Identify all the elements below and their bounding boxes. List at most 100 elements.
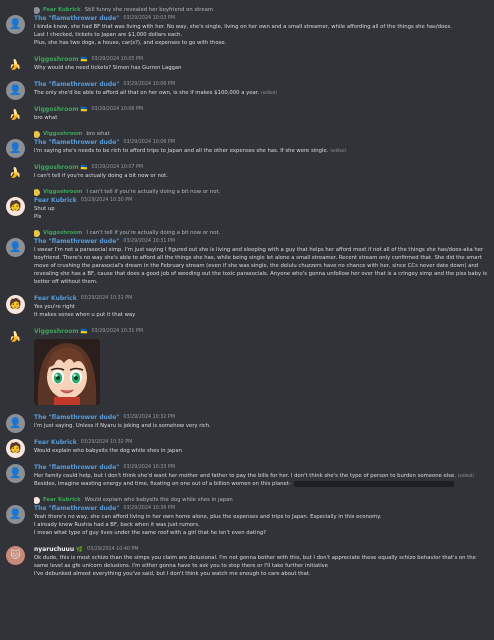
- message[interactable]: 🍌 Viggoshroom 🇺🇦 03/29/2024 10:05 PM Why…: [0, 54, 494, 74]
- message-text: Yeah there's no way, she can afford livi…: [34, 514, 382, 520]
- message[interactable]: 🍌 Viggoshroom 🇺🇦 03/29/2024 10:06 PM bro…: [0, 104, 494, 124]
- timestamp: 03/29/2024 10:30 PM: [80, 198, 133, 203]
- message-text: I mean what type of guy lives under the …: [34, 530, 266, 536]
- message[interactable]: 🐱 nyaruchuuu 🌿 03/29/2024 10:40 PM Ok du…: [0, 544, 494, 580]
- message-text: I've debunked almost everything you've s…: [34, 571, 311, 577]
- timestamp: 03/29/2024 10:06 PM: [123, 82, 175, 87]
- message-text: Ok dude, this is most schizo than the si…: [34, 555, 476, 569]
- avatar[interactable]: 🧑: [6, 295, 25, 314]
- message-text: It makes sense when u put it that way: [34, 312, 136, 318]
- message[interactable]: 🧑 Fear Kubrick 03/29/2024 10:32 PM Would…: [0, 437, 494, 458]
- author-name[interactable]: Fear Kubrick: [34, 439, 77, 446]
- message[interactable]: 🧑 Fear Kubrick 03/29/2024 10:31 PM Yes y…: [0, 293, 494, 321]
- author-name[interactable]: Fear Kubrick: [34, 197, 77, 204]
- chat-message-list: Fear Kubrick Still funny she revealed he…: [0, 0, 494, 640]
- author-name[interactable]: Fear Kubrick: [34, 295, 77, 302]
- reply-avatar: [34, 6, 40, 14]
- message[interactable]: 👤 The "flamethrower dude" 03/29/2024 10:…: [0, 462, 494, 490]
- author-name[interactable]: Viggoshroom: [34, 56, 79, 63]
- avatar[interactable]: 👤: [6, 414, 25, 433]
- reply-avatar: [34, 229, 40, 237]
- author-name[interactable]: Viggoshroom: [34, 164, 79, 171]
- banana-avatar[interactable]: 🍌: [6, 328, 25, 347]
- message-text: bro what: [34, 115, 58, 121]
- avatar[interactable]: 👤: [6, 81, 25, 100]
- timestamp: 03/29/2024 10:40 PM: [86, 547, 139, 552]
- avatar[interactable]: 🧑: [6, 439, 25, 458]
- anime-girl-image[interactable]: [34, 339, 100, 405]
- flag-icon: 🇺🇦: [80, 106, 88, 113]
- reply-preview[interactable]: Viggoshroom I can't tell if you're actua…: [34, 229, 488, 237]
- timestamp: 03/29/2024 10:07 PM: [91, 165, 144, 170]
- edited-label: (edited): [457, 473, 474, 478]
- timestamp: 03/29/2024 10:32 PM: [123, 415, 175, 420]
- banana-avatar[interactable]: 🍌: [6, 164, 25, 183]
- avatar[interactable]: 👤: [6, 464, 25, 483]
- edited-label: (edited): [330, 148, 347, 153]
- author-name[interactable]: The "flamethrower dude": [34, 464, 119, 471]
- reply-author[interactable]: Fear Kubrick: [43, 497, 81, 503]
- author-name[interactable]: The "flamethrower dude": [34, 139, 119, 146]
- message-text: I kinda knew, she had BF that was living…: [34, 24, 452, 30]
- message[interactable]: 👤 The "flamethrower dude" 03/29/2024 10:…: [0, 412, 494, 433]
- message-text: I'm saying she's needs to be rich to aff…: [34, 148, 329, 154]
- author-name[interactable]: The "flamethrower dude": [34, 81, 119, 88]
- message-text: I'm just saying. Unless if Nyaru is joki…: [34, 423, 211, 429]
- author-name[interactable]: nyaruchuuu: [34, 546, 74, 553]
- message-text: Pls: [34, 214, 42, 220]
- message-text: I can't tell if you're actually doing a …: [34, 173, 168, 179]
- reply-preview[interactable]: Viggoshroom bro what: [34, 130, 488, 138]
- timestamp: 03/29/2024 10:31 PM: [123, 239, 175, 244]
- avatar[interactable]: 🧑: [6, 197, 25, 216]
- timestamp: 03/29/2024 10:32 PM: [80, 440, 133, 445]
- reply-text[interactable]: bro what: [86, 131, 109, 137]
- reply-text[interactable]: I can't tell if you're actually doing a …: [86, 230, 220, 236]
- timestamp: 03/29/2024 10:06 PM: [91, 107, 144, 112]
- banana-avatar[interactable]: 🍌: [6, 106, 25, 125]
- message[interactable]: Viggoshroom I can't tell if you're actua…: [0, 187, 494, 223]
- avatar[interactable]: 👤: [6, 139, 25, 158]
- reply-avatar: [34, 496, 40, 504]
- reply-preview[interactable]: Fear Kubrick Would explain who babysits …: [34, 496, 488, 504]
- message-text: Yes you're right: [34, 304, 75, 310]
- message[interactable]: 🍌 Viggoshroom 🇺🇦 03/29/2024 10:07 PM I c…: [0, 162, 494, 182]
- timestamp: 03/29/2024 10:36 PM: [123, 506, 175, 511]
- message[interactable]: Fear Kubrick Would explain who babysits …: [0, 495, 494, 539]
- spoiler-block[interactable]: [293, 480, 454, 487]
- reply-preview[interactable]: Fear Kubrick Still funny she revealed he…: [34, 6, 488, 14]
- reply-text[interactable]: Still funny she revealed her boyfriend o…: [85, 7, 213, 13]
- reply-preview[interactable]: Viggoshroom I can't tell if you're actua…: [34, 188, 488, 196]
- message-text: Besides, imagine wasting energy and time…: [34, 481, 291, 487]
- message-text: I already knew Rushia had a BF, back whe…: [34, 522, 200, 528]
- reply-text[interactable]: I can't tell if you're actually doing a …: [86, 189, 220, 195]
- timestamp: 03/29/2024 10:31 PM: [80, 296, 133, 301]
- author-name[interactable]: Viggoshroom: [34, 328, 79, 335]
- author-name[interactable]: The "flamethrower dude": [34, 238, 119, 245]
- banana-avatar[interactable]: 🍌: [6, 56, 25, 75]
- author-name[interactable]: The "flamethrower dude": [34, 505, 119, 512]
- message[interactable]: 🍌 Viggoshroom 🇺🇦 03/29/2024 10:31 PM: [0, 326, 494, 407]
- author-name[interactable]: The "flamethrower dude": [34, 15, 119, 22]
- timestamp: 03/29/2024 10:06 PM: [123, 140, 175, 145]
- reply-author[interactable]: Fear Kubrick: [43, 7, 81, 13]
- reply-author[interactable]: Viggoshroom: [43, 189, 82, 195]
- avatar[interactable]: 👤: [6, 505, 25, 524]
- message-text: Shut up: [34, 206, 55, 212]
- reply-author[interactable]: Viggoshroom: [43, 230, 82, 236]
- reply-author[interactable]: Viggoshroom: [43, 131, 82, 137]
- message-text: Last I checked, tickets to Japan are $1,…: [34, 32, 183, 38]
- message-text: Would explain who babysits the dog while…: [34, 448, 183, 454]
- reply-text[interactable]: Would explain who babysits the dog while…: [85, 497, 233, 503]
- avatar[interactable]: 🐱: [6, 546, 25, 565]
- timestamp: 03/29/2024 10:05 PM: [91, 57, 144, 62]
- author-name[interactable]: Viggoshroom: [34, 106, 79, 113]
- message[interactable]: Viggoshroom I can't tell if you're actua…: [0, 228, 494, 288]
- avatar[interactable]: 👤: [6, 238, 25, 257]
- message[interactable]: Viggoshroom bro what 👤 The "flamethrower…: [0, 129, 494, 158]
- message[interactable]: 👤 The "flamethrower dude" 03/29/2024 10:…: [0, 79, 494, 100]
- message[interactable]: Fear Kubrick Still funny she revealed he…: [0, 5, 494, 49]
- avatar[interactable]: 👤: [6, 15, 25, 34]
- message-text: Plus, she has two dogs, a house, car(s?)…: [34, 40, 227, 46]
- author-name[interactable]: The "flamethrower dude": [34, 414, 119, 421]
- reply-avatar: [34, 188, 40, 196]
